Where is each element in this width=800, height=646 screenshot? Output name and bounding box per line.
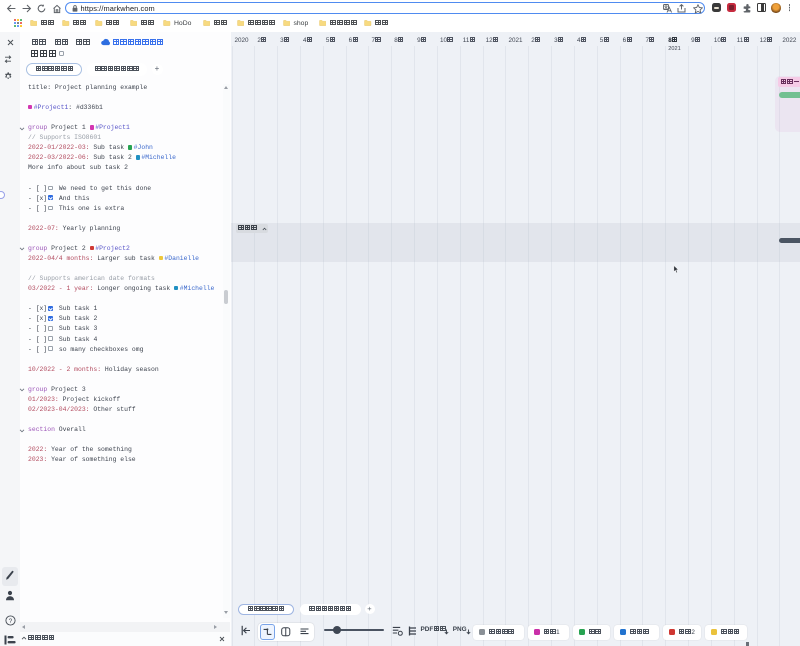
- svg-text:?: ?: [8, 617, 12, 624]
